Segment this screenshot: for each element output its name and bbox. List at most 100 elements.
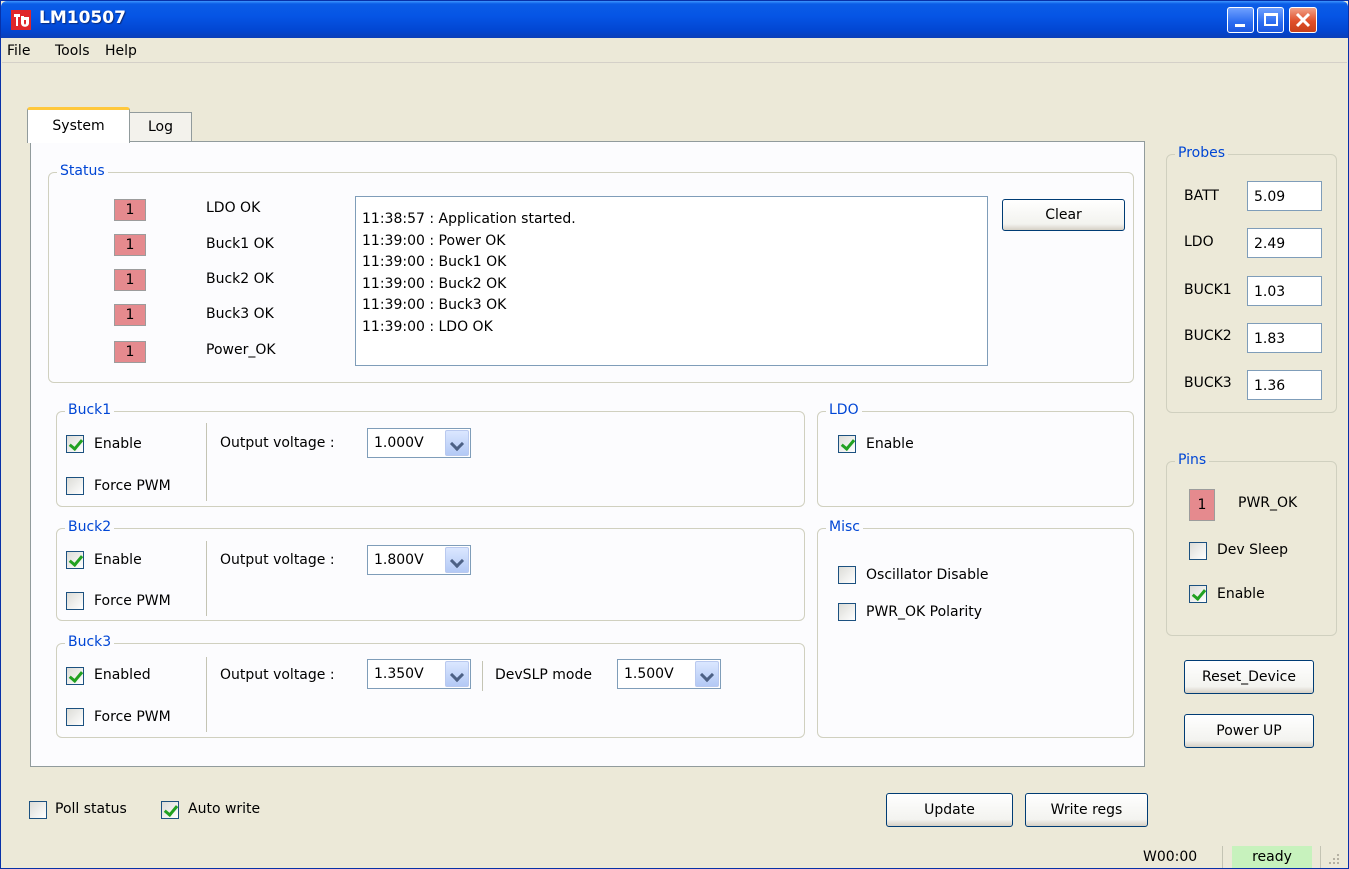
buck1-group-title: Buck1: [65, 402, 115, 418]
buck3-ok-label: Buck3 OK: [206, 306, 274, 322]
buck3-vout-select[interactable]: 1.350V: [367, 659, 471, 689]
pwr-ok-polarity-label: PWR_OK Polarity: [866, 604, 983, 620]
minimize-icon: [1235, 24, 1245, 27]
chevron-down-icon[interactable]: [445, 547, 469, 573]
ldo-group-title: LDO: [826, 402, 862, 418]
title-bar[interactable]: LM10507: [1, 1, 1348, 38]
menu-help[interactable]: Help: [105, 43, 137, 59]
log-line: 11:39:00 : Power OK: [362, 232, 506, 249]
dev-sleep-checkbox[interactable]: [1189, 542, 1207, 560]
buck3-force-pwm-checkbox[interactable]: [66, 708, 84, 726]
pwr-ok-polarity-checkbox[interactable]: [838, 603, 856, 621]
power-ok-indicator: 1: [114, 341, 146, 363]
ldo-enable-label: Enable: [866, 436, 914, 452]
buck1-ok-indicator: 1: [114, 234, 146, 256]
buck2-vout-label: Output voltage :: [220, 552, 335, 568]
power-ok-label: Power_OK: [206, 342, 276, 358]
buck1-force-pwm-checkbox[interactable]: [66, 477, 84, 495]
close-icon: [1295, 12, 1311, 28]
pins-enable-checkbox[interactable]: [1189, 585, 1207, 603]
chevron-down-icon[interactable]: [445, 661, 469, 687]
menu-tools[interactable]: Tools: [55, 43, 90, 59]
osc-disable-label: Oscillator Disable: [866, 567, 989, 583]
buck2-vout-value: 1.800V: [374, 552, 424, 568]
buck2-force-pwm-label: Force PWM: [94, 593, 171, 609]
minimize-button[interactable]: [1227, 7, 1254, 33]
misc-group: Misc: [817, 519, 1134, 738]
buck3-ok-indicator: 1: [114, 304, 146, 326]
probe-buck2-value[interactable]: 1.83: [1247, 323, 1322, 353]
menu-bar: File Tools Help: [2, 39, 1347, 63]
chevron-down-icon[interactable]: [695, 661, 719, 687]
reset-device-button[interactable]: Reset_Device: [1184, 660, 1314, 694]
buck2-vout-select[interactable]: 1.800V: [367, 545, 471, 575]
pins-enable-label: Enable: [1217, 586, 1265, 602]
pwr-ok-pin-label: PWR_OK: [1238, 495, 1298, 511]
buck3-devslp-select[interactable]: 1.500V: [617, 659, 721, 689]
menu-file[interactable]: File: [7, 43, 30, 59]
maximize-button[interactable]: [1257, 7, 1284, 33]
window-title: LM10507: [39, 8, 126, 28]
status-group-title: Status: [57, 163, 108, 179]
poll-status-label: Poll status: [55, 801, 127, 817]
tab-log[interactable]: Log: [129, 112, 192, 141]
log-line: 11:39:00 : LDO OK: [362, 318, 493, 335]
power-up-button[interactable]: Power UP: [1184, 714, 1314, 748]
buck3-devslp-label: DevSLP mode: [495, 667, 592, 683]
buck1-vout-select[interactable]: 1.000V: [367, 428, 471, 458]
auto-write-checkbox[interactable]: [161, 801, 179, 819]
clear-button[interactable]: Clear: [1002, 199, 1125, 231]
ldo-enable-checkbox[interactable]: [838, 435, 856, 453]
buck2-enable-checkbox[interactable]: [66, 551, 84, 569]
ldo-ok-label: LDO OK: [206, 200, 261, 216]
ldo-ok-indicator: 1: [114, 199, 146, 221]
buck3-enable-label: Enabled: [94, 667, 151, 683]
probe-buck1-label: BUCK1: [1184, 282, 1232, 298]
buck2-enable-label: Enable: [94, 552, 142, 568]
buck2-group-title: Buck2: [65, 519, 115, 535]
divider: [206, 657, 207, 732]
log-line: 11:39:00 : Buck1 OK: [362, 254, 507, 270]
pins-group-title: Pins: [1175, 452, 1210, 468]
maximize-icon: [1264, 13, 1278, 26]
tab-system[interactable]: System: [27, 107, 130, 143]
buck2-ok-indicator: 1: [114, 269, 146, 291]
pwr-ok-pin-indicator: 1: [1189, 489, 1215, 521]
ready-status-badge: ready: [1232, 846, 1312, 868]
close-button[interactable]: [1289, 7, 1317, 33]
buck1-ok-label: Buck1 OK: [206, 236, 274, 252]
probe-ldo-label: LDO: [1184, 234, 1214, 250]
poll-status-checkbox[interactable]: [29, 801, 47, 819]
probe-batt-value[interactable]: 5.09: [1247, 181, 1322, 211]
probe-buck1-value[interactable]: 1.03: [1247, 276, 1322, 306]
buck3-vout-value: 1.350V: [374, 666, 424, 682]
resize-grip-icon[interactable]: [1327, 852, 1341, 866]
osc-disable-checkbox[interactable]: [838, 566, 856, 584]
log-line: 11:38:57 : Application started.: [362, 211, 576, 227]
buck3-devslp-value: 1.500V: [624, 666, 674, 682]
buck3-force-pwm-label: Force PWM: [94, 709, 171, 725]
divider: [206, 541, 207, 616]
buck2-force-pwm-checkbox[interactable]: [66, 592, 84, 610]
dev-sleep-label: Dev Sleep: [1217, 542, 1289, 558]
probe-ldo-value[interactable]: 2.49: [1247, 228, 1322, 258]
probe-buck3-label: BUCK3: [1184, 375, 1232, 391]
log-line: 11:39:00 : Buck3 OK: [362, 297, 507, 313]
divider: [482, 661, 483, 691]
app-window: LM10507 File Tools Help Log System Statu…: [0, 0, 1349, 869]
update-button[interactable]: Update: [886, 793, 1013, 827]
chevron-down-icon[interactable]: [445, 430, 469, 456]
probe-buck3-value[interactable]: 1.36: [1247, 370, 1322, 400]
ldo-group: LDO: [817, 402, 1134, 507]
divider: [206, 423, 207, 501]
buck1-force-pwm-label: Force PWM: [94, 478, 171, 494]
buck3-enable-checkbox[interactable]: [66, 667, 84, 685]
register-readout: W00:00: [1143, 849, 1198, 865]
misc-group-title: Misc: [826, 519, 863, 535]
probes-group-title: Probes: [1175, 145, 1229, 161]
buck3-vout-label: Output voltage :: [220, 667, 335, 683]
status-log[interactable]: 11:38:57 : Application started. 11:39:00…: [355, 196, 988, 366]
log-line: 11:39:00 : Buck2 OK: [362, 275, 507, 292]
write-regs-button[interactable]: Write regs: [1025, 793, 1148, 827]
buck1-enable-checkbox[interactable]: [66, 435, 84, 453]
